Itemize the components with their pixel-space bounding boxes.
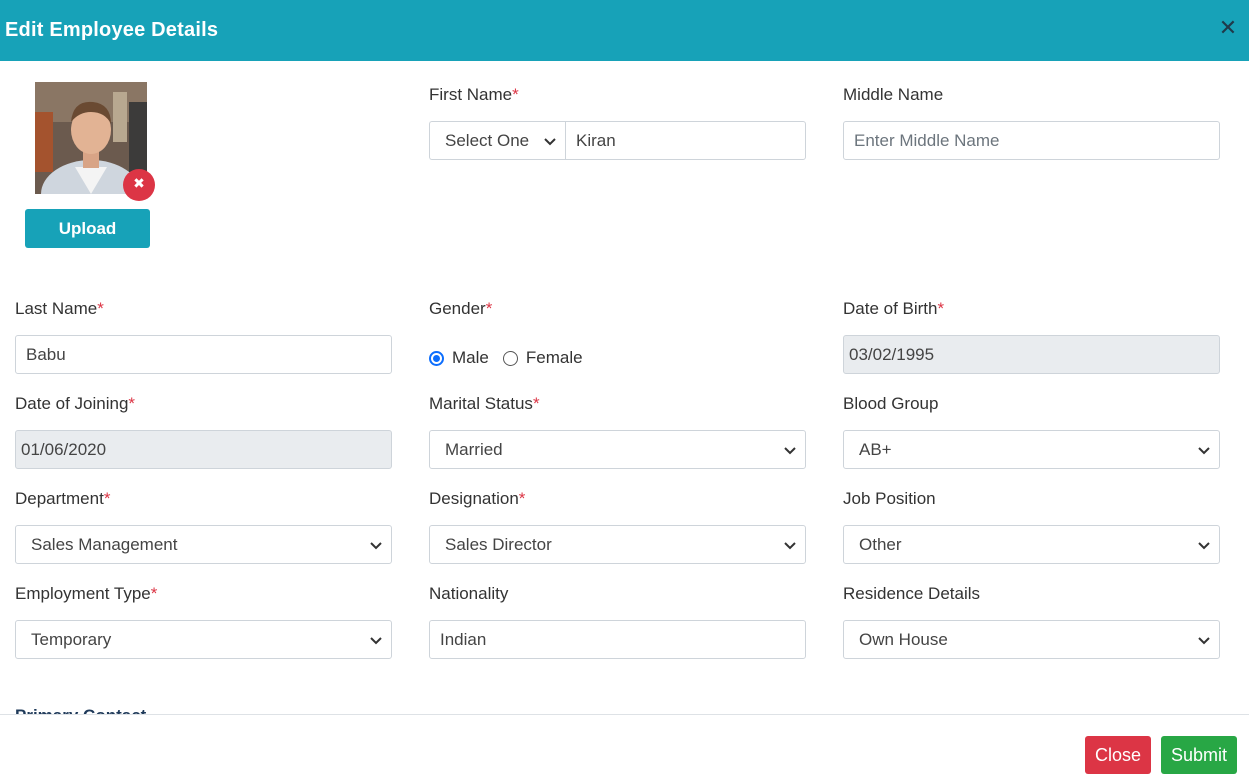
designation-label: Designation (429, 489, 519, 508)
employment-type-select[interactable]: Temporary (15, 620, 392, 659)
chevron-down-icon (784, 447, 796, 455)
chevron-down-icon (370, 542, 382, 550)
employment-type-label: Employment Type (15, 584, 151, 603)
required-mark: * (150, 584, 158, 603)
gender-field: Gender* Male Female (429, 297, 806, 378)
job-position-select[interactable]: Other (843, 525, 1220, 564)
dob-field: Date of Birth* 03/02/1995 (843, 297, 1220, 374)
employee-photo: ✖ (35, 82, 155, 201)
nationality-input[interactable]: Indian (429, 620, 806, 659)
gender-radio-group: Male Female (429, 338, 806, 378)
modal-title: Edit Employee Details (5, 19, 219, 41)
chevron-down-icon (1198, 637, 1210, 645)
first-name-field: First Name* Select One Kiran (429, 83, 806, 160)
department-field: Department* Sales Management (15, 487, 392, 564)
chevron-down-icon (544, 138, 556, 146)
last-name-input[interactable]: Babu (15, 335, 392, 374)
required-mark: * (485, 299, 493, 318)
dob-input[interactable]: 03/02/1995 (843, 335, 1220, 374)
last-name-label: Last Name (15, 299, 98, 318)
blood-group-field: Blood Group AB+ (843, 392, 1220, 469)
required-mark: * (128, 394, 136, 413)
name-prefix-select[interactable]: Select One (429, 121, 565, 160)
blood-group-label: Blood Group (843, 394, 939, 413)
designation-select[interactable]: Sales Director (429, 525, 806, 564)
upload-button[interactable]: Upload (25, 209, 150, 248)
required-mark: * (97, 299, 104, 318)
department-label: Department (15, 489, 104, 508)
doj-field: Date of Joining* 01/06/2020 (15, 392, 392, 469)
middle-name-input[interactable]: Enter Middle Name (843, 121, 1220, 160)
edit-employee-modal: Edit Employee Details ✕ ✖ Upload First N… (0, 0, 1249, 782)
required-mark: * (518, 489, 526, 508)
middle-name-field: Middle Name Enter Middle Name (843, 83, 1220, 160)
radio-male[interactable] (429, 350, 444, 366)
required-mark: * (532, 394, 540, 413)
chevron-down-icon (370, 637, 382, 645)
required-mark: * (937, 299, 945, 318)
designation-field: Designation* Sales Director (429, 487, 806, 564)
middle-name-label: Middle Name (843, 85, 944, 104)
employment-type-field: Employment Type* Temporary (15, 582, 392, 659)
primary-contact-heading: Primary Contact (15, 706, 146, 714)
submit-button[interactable]: Submit (1161, 736, 1237, 774)
radio-female[interactable] (502, 350, 518, 366)
dob-label: Date of Birth (843, 299, 938, 318)
chevron-down-icon (1198, 447, 1210, 455)
marital-status-label: Marital Status (429, 394, 533, 413)
modal-header: Edit Employee Details ✕ (0, 0, 1249, 61)
nationality-label: Nationality (429, 584, 509, 603)
close-button[interactable]: Close (1085, 736, 1151, 774)
chevron-down-icon (784, 542, 796, 550)
doj-input[interactable]: 01/06/2020 (15, 430, 392, 469)
remove-photo-icon[interactable]: ✖ (123, 169, 155, 201)
job-position-label: Job Position (843, 489, 936, 508)
department-select[interactable]: Sales Management (15, 525, 392, 564)
first-name-input[interactable]: Kiran (565, 121, 806, 160)
residence-label: Residence Details (843, 584, 981, 603)
marital-status-field: Marital Status* Married (429, 392, 806, 469)
doj-label: Date of Joining (15, 394, 129, 413)
gender-label: Gender (429, 299, 486, 318)
close-icon[interactable]: ✕ (1217, 14, 1239, 42)
gender-male-option[interactable]: Male (429, 348, 489, 368)
nationality-field: Nationality Indian (429, 582, 806, 659)
residence-field: Residence Details Own House (843, 582, 1220, 659)
first-name-label: First Name (429, 85, 513, 104)
modal-footer: Close Submit (0, 714, 1249, 782)
job-position-field: Job Position Other (843, 487, 1220, 564)
gender-female-option[interactable]: Female (502, 348, 583, 368)
blood-group-select[interactable]: AB+ (843, 430, 1220, 469)
marital-status-select[interactable]: Married (429, 430, 806, 469)
chevron-down-icon (1198, 542, 1210, 550)
modal-body: ✖ Upload First Name* Select One Kiran Mi… (0, 61, 1249, 714)
residence-select[interactable]: Own House (843, 620, 1220, 659)
required-mark: * (103, 489, 111, 508)
last-name-field: Last Name* Babu (15, 297, 392, 374)
required-mark: * (512, 85, 519, 104)
